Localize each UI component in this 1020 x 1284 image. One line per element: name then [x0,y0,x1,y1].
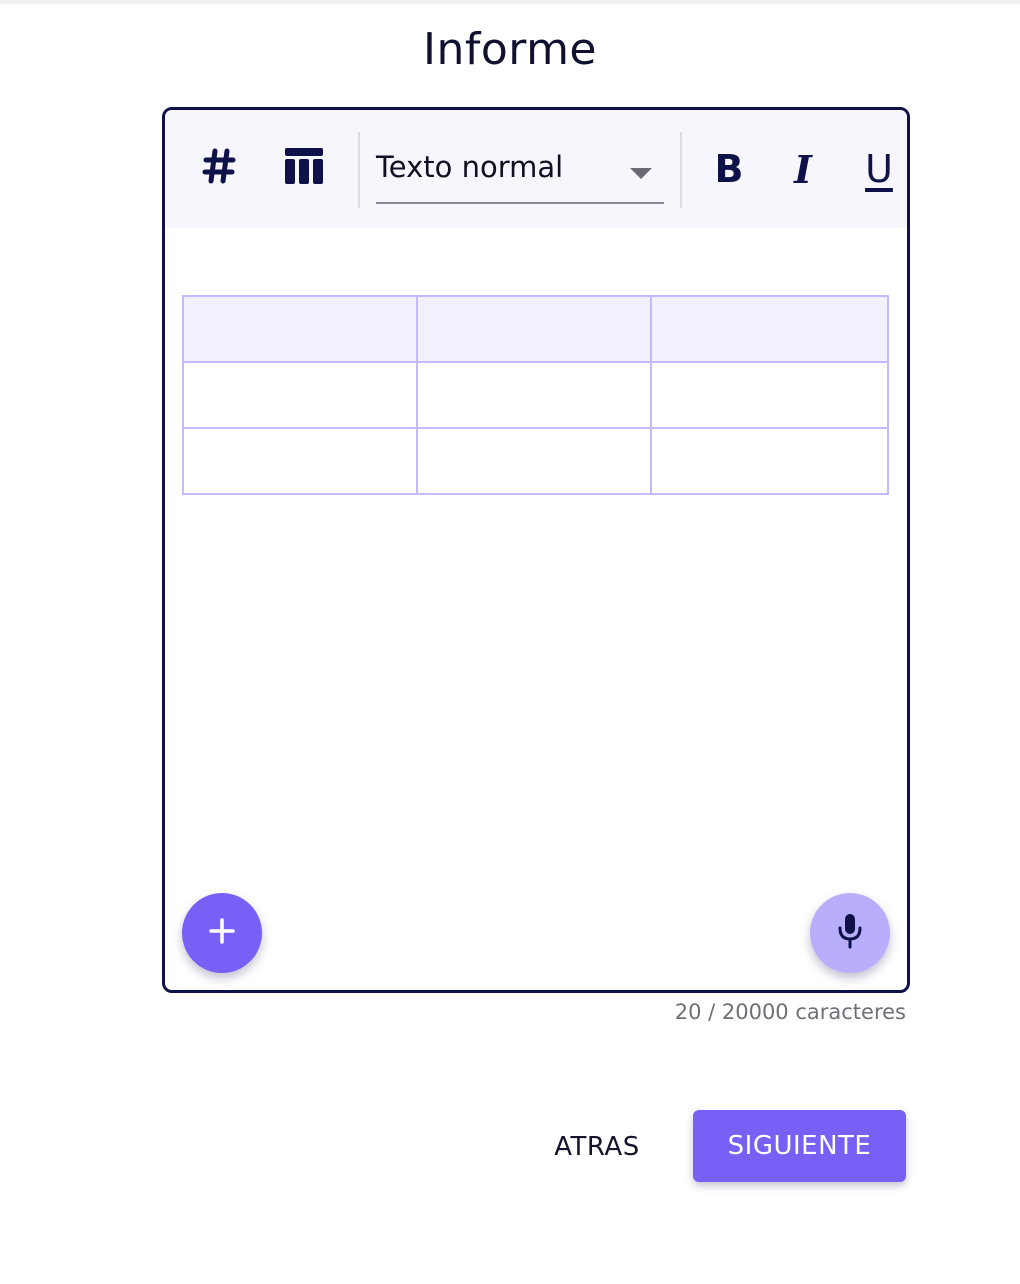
table-cell[interactable] [416,295,652,363]
italic-icon: I [794,146,812,192]
back-button[interactable]: ATRAS [534,1112,660,1182]
paragraph-style-value: Texto normal [376,150,564,184]
table-icon [284,147,324,189]
insert-table-button[interactable] [280,144,328,192]
table-cell[interactable] [650,295,889,363]
table-cell[interactable] [182,427,418,495]
insert-hashtag-button[interactable] [195,144,243,192]
add-content-button[interactable] [182,893,262,973]
underline-button[interactable]: U [853,140,905,198]
table-cell[interactable] [650,361,889,429]
toolbar-divider [680,132,682,208]
voice-dictation-button[interactable] [810,893,890,973]
plus-icon [208,917,236,949]
table-cell[interactable] [650,427,889,495]
table-cell[interactable] [182,361,418,429]
editor-toolbar: Texto normal B I U [165,110,907,228]
character-counter: 20 / 20000 caracteres [674,1000,906,1024]
page-title: Informe [422,24,598,75]
underline-icon: U [865,147,893,191]
table-cell[interactable] [182,295,418,363]
top-bar [0,0,1020,4]
table-row [182,295,889,363]
table-cell[interactable] [416,361,652,429]
microphone-icon [836,913,864,953]
bold-button[interactable]: B [703,140,755,198]
paragraph-style-select[interactable]: Texto normal [376,146,664,204]
italic-button[interactable]: I [777,140,829,198]
editor-table [182,295,889,495]
hash-icon [202,147,236,189]
next-button[interactable]: SIGUIENTE [693,1110,906,1182]
table-row [182,361,889,429]
chevron-down-icon [630,168,652,179]
toolbar-divider [358,132,360,208]
table-cell[interactable] [416,427,652,495]
rich-text-editor[interactable]: Texto normal B I U [162,107,910,993]
bold-icon: B [714,147,744,191]
table-row [182,427,889,495]
